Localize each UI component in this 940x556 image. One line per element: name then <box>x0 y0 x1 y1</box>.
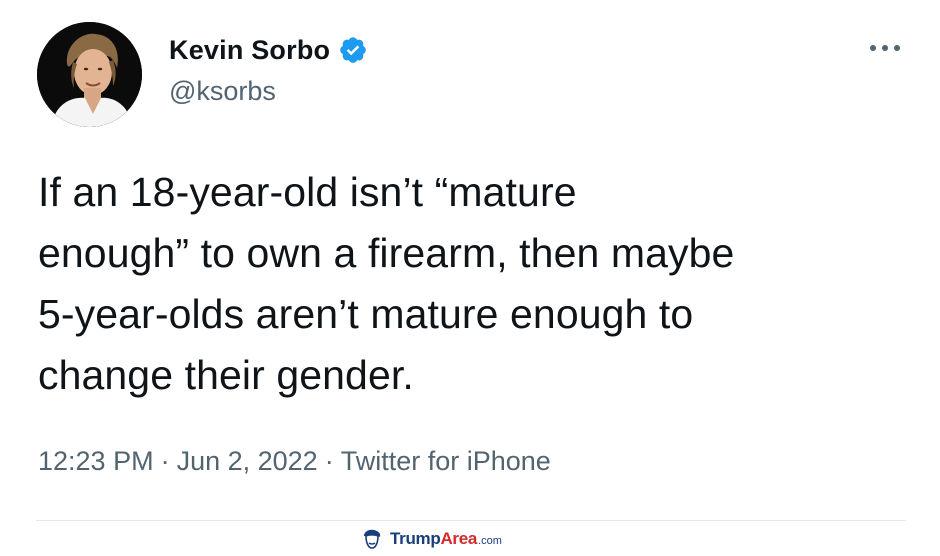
tweet-text-line: change their gender. <box>38 352 414 398</box>
watermark-brand-primary: Trump <box>390 529 441 548</box>
tweet-card: Kevin Sorbo @ksorbs If an 18-year-old is… <box>0 0 940 553</box>
more-options-icon[interactable] <box>866 36 904 60</box>
avatar[interactable] <box>37 22 142 127</box>
trump-head-logo-icon <box>360 527 384 551</box>
watermark-brand: TrumpArea <box>390 529 477 549</box>
tweet-date[interactable]: Jun 2, 2022 <box>177 446 318 476</box>
user-handle[interactable]: @ksorbs <box>169 76 276 107</box>
tweet-text-line: enough” to own a firearm, then maybe <box>38 230 735 276</box>
tweet-text: If an 18-year-old isn’t “mature enough” … <box>38 162 908 406</box>
verified-badge-icon <box>338 35 368 65</box>
display-name[interactable]: Kevin Sorbo <box>169 35 330 66</box>
tweet-text-line: If an 18-year-old isn’t “mature <box>38 169 577 215</box>
tweet-source[interactable]: Twitter for iPhone <box>341 446 551 476</box>
divider <box>36 520 906 521</box>
tweet-meta: 12:23 PM · Jun 2, 2022 · Twitter for iPhone <box>38 446 551 477</box>
meta-separator: · <box>160 446 170 476</box>
watermark: TrumpArea .com <box>360 527 502 551</box>
tweet-time[interactable]: 12:23 PM <box>38 446 154 476</box>
watermark-domain: .com <box>478 535 502 547</box>
watermark-brand-accent: Area <box>440 529 478 548</box>
tweet-text-line: 5-year-olds aren’t mature enough to <box>38 291 694 337</box>
name-row: Kevin Sorbo <box>169 30 368 70</box>
meta-separator: · <box>324 446 334 476</box>
avatar-photo <box>37 22 142 127</box>
